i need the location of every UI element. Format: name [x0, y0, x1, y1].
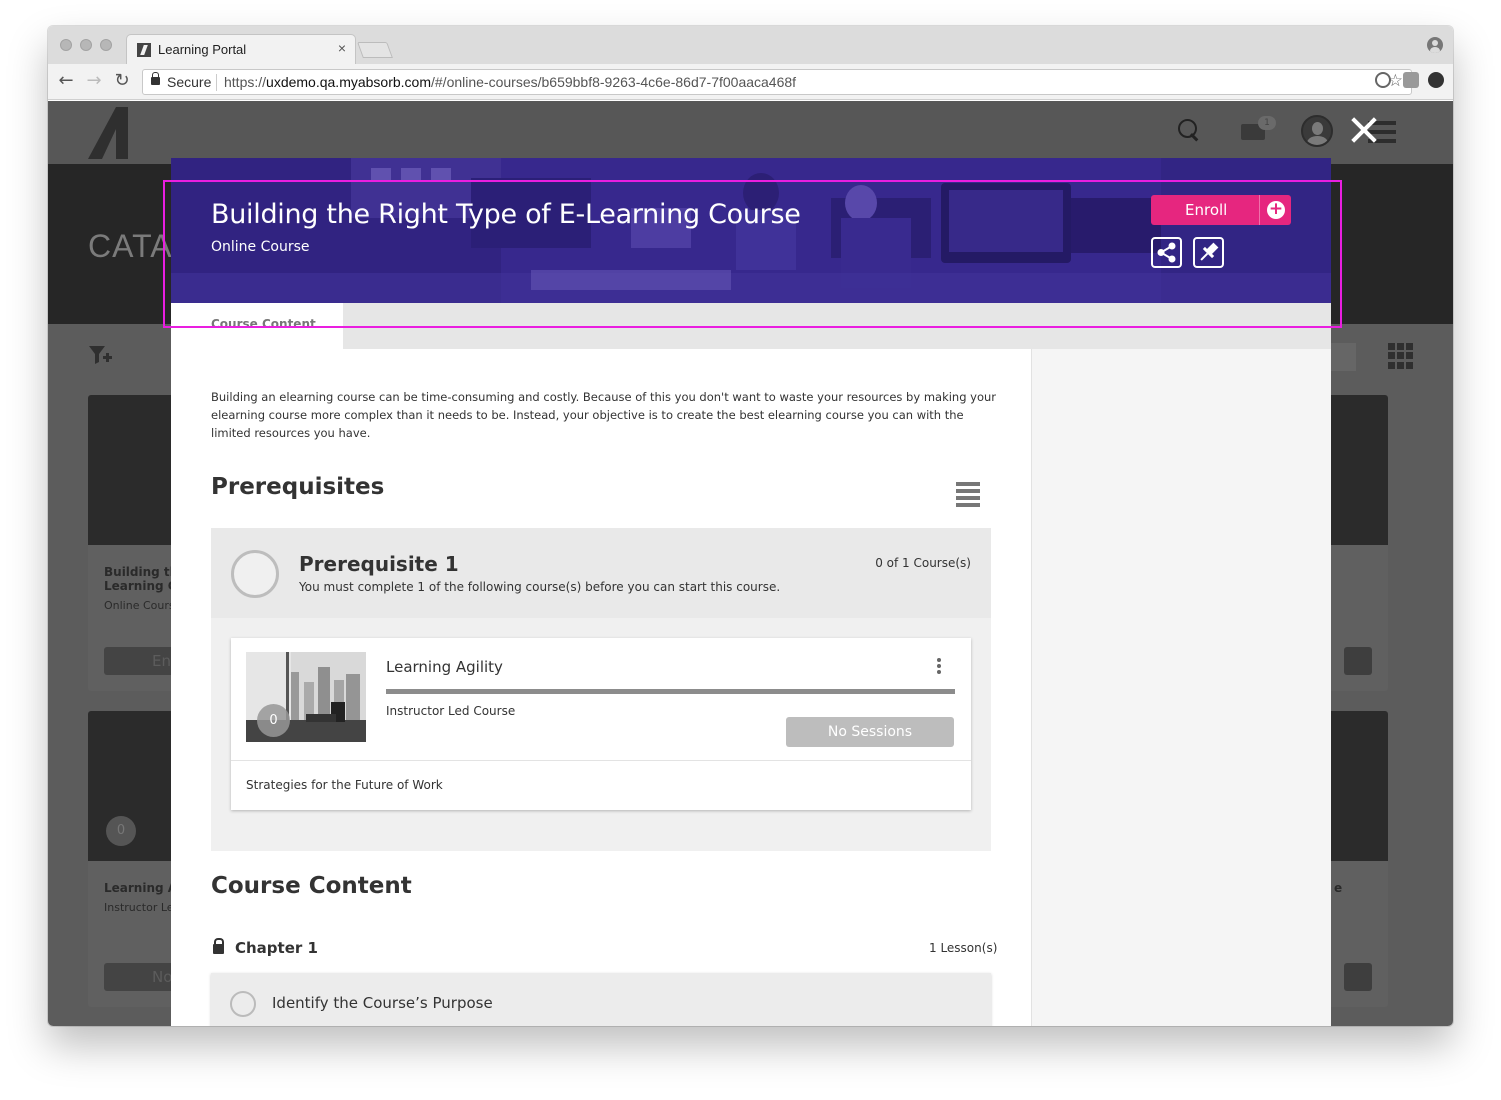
avatar[interactable] — [1301, 115, 1333, 147]
modal-tabs: Course Content — [171, 303, 1331, 349]
chapter-lesson-count: 1 Lesson(s) — [929, 941, 998, 955]
right-sidebar — [1031, 349, 1331, 1026]
secure-label: Secure — [167, 74, 212, 90]
card-subtitle: Instructor Le — [104, 901, 174, 914]
tab-label: Course Content — [211, 317, 316, 331]
prerequisite-course-card[interactable]: 0 Learning Agility Instructor Led Course… — [231, 638, 971, 810]
lesson-row[interactable]: Identify the Course’s Purpose — [211, 973, 991, 1026]
lesson-title: Identify the Course’s Purpose — [272, 994, 493, 1012]
search-icon[interactable] — [1178, 119, 1200, 141]
plus-circle-icon[interactable] — [1259, 195, 1291, 225]
prerequisite-status-circle — [231, 550, 279, 598]
course-title: Building the Right Type of E-Learning Co… — [211, 199, 801, 230]
card-divider — [231, 760, 971, 761]
prerequisite-description: You must complete 1 of the following cou… — [299, 580, 781, 594]
url-host: uxdemo.qa.myabsorb.com — [266, 74, 431, 90]
enroll-label: Enroll — [1185, 201, 1228, 219]
course-name[interactable]: Learning Agility — [386, 658, 503, 676]
tab-close-icon[interactable]: × — [338, 40, 346, 56]
mail-badge: 1 — [1258, 116, 1276, 130]
profile-icon[interactable] — [1427, 37, 1443, 53]
extension-calendar-icon[interactable] — [1403, 72, 1419, 88]
pin-icon — [1200, 242, 1219, 261]
card-title: e — [1334, 881, 1343, 895]
forward-icon[interactable]: → — [83, 70, 105, 92]
tab-title: Learning Portal — [158, 42, 247, 57]
close-window-button[interactable] — [60, 39, 72, 51]
extension-upload-icon[interactable] — [1428, 72, 1444, 88]
address-bar[interactable]: Secure https://uxdemo.qa.myabsorb.com/#/… — [142, 69, 1412, 95]
chapter-title[interactable]: Chapter 1 — [235, 939, 318, 957]
browser-tab[interactable]: Learning Portal × — [126, 34, 356, 64]
enroll-button[interactable]: Enroll — [1151, 195, 1291, 225]
sort-dropdown[interactable] — [1330, 343, 1356, 371]
banner-photo — [171, 158, 1331, 303]
card-progress-badge: 0 — [106, 816, 136, 846]
card-subtitle: Online Cours — [104, 599, 175, 612]
site-header: 1 — [48, 101, 1453, 164]
prerequisite-title: Prerequisite 1 — [299, 552, 459, 576]
lock-icon — [213, 938, 224, 954]
prerequisite-group: Prerequisite 1 You must complete 1 of th… — [211, 528, 991, 851]
close-modal-icon[interactable] — [1350, 116, 1378, 144]
url-text[interactable]: https://uxdemo.qa.myabsorb.com/#/online-… — [224, 74, 796, 90]
course-category: Strategies for the Future of Work — [246, 778, 443, 792]
catalog-title: CATA — [88, 228, 173, 264]
tab-course-content[interactable]: Course Content — [171, 303, 343, 349]
page-viewport: 1 CATA Building th Learning Co Online Co… — [48, 101, 1453, 1026]
card-action-icon[interactable] — [1344, 647, 1372, 675]
grid-view-icon[interactable] — [1388, 343, 1414, 369]
course-description: Building an elearning course can be time… — [211, 390, 997, 440]
lock-icon — [151, 72, 160, 85]
browser-toolbar: ← → ↻ Secure https://uxdemo.qa.myabsorb.… — [48, 64, 1453, 100]
extension-g-icon[interactable] — [1375, 72, 1391, 88]
pin-button[interactable] — [1193, 237, 1224, 268]
lesson-status-circle — [230, 991, 256, 1017]
no-sessions-button[interactable]: No Sessions — [786, 717, 954, 747]
course-type: Instructor Led Course — [386, 704, 516, 718]
tab-bar: Learning Portal × — [48, 26, 1453, 64]
prerequisite-header: Prerequisite 1 You must complete 1 of th… — [211, 528, 991, 618]
maximize-window-button[interactable] — [100, 39, 112, 51]
course-progress-fill — [386, 689, 955, 694]
share-icon — [1157, 242, 1176, 263]
url-scheme: https:// — [224, 74, 267, 90]
url-separator — [216, 74, 217, 91]
course-type-label: Online Course — [211, 239, 310, 255]
minimize-window-button[interactable] — [80, 39, 92, 51]
course-details-modal: Building the Right Type of E-Learning Co… — [171, 158, 1331, 1026]
reload-icon[interactable]: ↻ — [111, 70, 133, 92]
filter-icon[interactable] — [88, 343, 112, 367]
card-cart-icon[interactable] — [1344, 963, 1372, 991]
more-options-icon[interactable] — [937, 658, 941, 674]
prerequisites-heading: Prerequisites — [211, 474, 385, 500]
browser-window: Learning Portal × ← → ↻ Secure https://u… — [48, 26, 1453, 1026]
new-tab-button[interactable] — [357, 42, 393, 58]
absorb-logo[interactable] — [88, 107, 138, 159]
back-icon[interactable]: ← — [55, 70, 77, 92]
course-content-heading: Course Content — [211, 873, 412, 899]
course-progress-badge: 0 — [257, 704, 290, 737]
course-banner: Building the Right Type of E-Learning Co… — [171, 158, 1331, 303]
course-thumbnail[interactable]: 0 — [246, 652, 366, 742]
favicon-icon — [137, 43, 151, 57]
share-button[interactable] — [1151, 237, 1182, 268]
list-view-icon[interactable] — [956, 482, 980, 508]
course-progress-bar — [386, 689, 955, 694]
url-path: /#/online-courses/b659bbf8-9263-4c6e-86d… — [431, 74, 797, 90]
prerequisite-count: 0 of 1 Course(s) — [875, 556, 971, 570]
